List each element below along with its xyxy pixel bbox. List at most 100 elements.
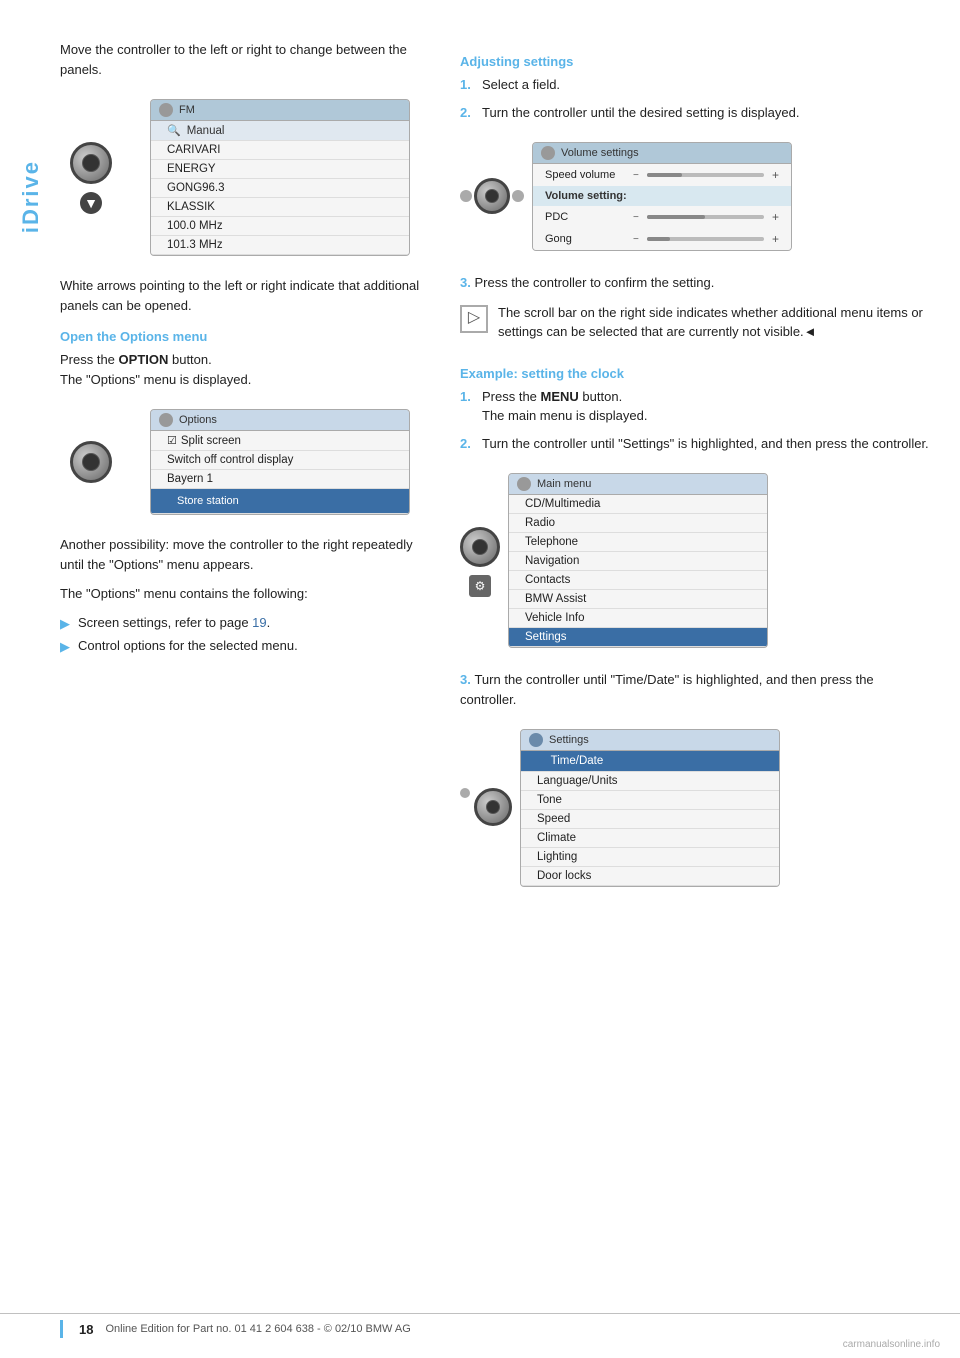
step3-text: 3. Press the controller to confirm the s… — [460, 273, 930, 293]
step1-text: Select a field. — [482, 75, 560, 95]
controller-main-menu: ⚙ — [460, 527, 500, 597]
speed-volume-label: Speed volume — [545, 169, 625, 181]
adjusting-step-1: 1. Select a field. — [460, 75, 930, 95]
fm-item-gong: GONG96.3 — [151, 179, 409, 198]
gong-fill — [647, 237, 670, 241]
settings-door-locks: Door locks — [521, 867, 779, 886]
step3b-num: 3. — [460, 672, 471, 687]
step3b-content: Turn the controller until "Time/Date" is… — [460, 672, 874, 707]
example-step-2: 2. Turn the controller until "Settings" … — [460, 434, 930, 454]
fm-item-101mhz: 101.3 MHz — [151, 236, 409, 255]
menu-contacts: Contacts — [509, 571, 767, 590]
page-footer: 18 Online Edition for Part no. 01 41 2 6… — [0, 1313, 960, 1338]
fm-title: FM — [179, 104, 195, 116]
volume-icon — [541, 146, 555, 160]
controller-knob-2 — [70, 441, 112, 483]
volume-setting-label: Volume setting: — [533, 186, 791, 206]
fm-item-100mhz: 100.0 MHz — [151, 217, 409, 236]
fm-manual-label: Manual — [187, 125, 225, 137]
menu-radio: Radio — [509, 514, 767, 533]
page-number: 18 — [79, 1322, 93, 1337]
menu-vehicle-info: Vehicle Info — [509, 609, 767, 628]
adjusting-settings-heading: Adjusting settings — [460, 54, 930, 69]
step3-content: Press the controller to confirm the sett… — [474, 275, 714, 290]
settings-title-bar: Settings — [521, 730, 779, 751]
main-menu-icon — [517, 477, 531, 491]
watermark: carmanualsonline.info — [843, 1339, 940, 1350]
another-possibility-text: Another possibility: move the controller… — [60, 535, 430, 574]
pdc-row: PDC − + — [533, 206, 791, 228]
fm-screen: FM 🔍 Manual CARIVARI ENERGY GONG96.3 KLA… — [120, 89, 430, 266]
settings-knob — [474, 788, 512, 826]
main-menu-title: Main menu — [537, 478, 591, 490]
settings-left-arrow — [460, 788, 470, 798]
volume-screen: Volume settings Speed volume − + V — [532, 132, 930, 263]
menu-button-label: MENU — [541, 389, 579, 404]
adjusting-step-2: 2. Turn the controller until the desired… — [460, 103, 930, 123]
main-menu-title-bar: Main menu — [509, 474, 767, 495]
menu-bmw-assist: BMW Assist — [509, 590, 767, 609]
example-step1-text: Press the MENU button.The main menu is d… — [482, 387, 647, 426]
split-screen-icon: ☑ — [167, 434, 177, 447]
example-step-1: 1. Press the MENU button.The main menu i… — [460, 387, 930, 426]
pdc-label: PDC — [545, 211, 625, 223]
store-station-button: Store station — [167, 492, 249, 510]
down-arrow-icon: ▼ — [80, 192, 102, 214]
example-step2-num: 2. — [460, 434, 476, 454]
bullet-arrow-2: ▶ — [60, 638, 70, 656]
options-title-bar: Options — [151, 410, 409, 431]
menu-settings: Settings — [509, 628, 767, 647]
controller-volume — [460, 178, 524, 218]
step3-num: 3. — [460, 275, 471, 290]
footer-accent-line — [60, 1320, 63, 1338]
page-link-19[interactable]: 19 — [252, 615, 266, 630]
main-menu-screen: Main menu CD/Multimedia Radio Telephone … — [508, 463, 930, 660]
example-step1-num: 1. — [460, 387, 476, 426]
speed-volume-track — [647, 173, 764, 177]
idrive-sidebar-label: iDrive — [18, 160, 44, 233]
options-icon — [159, 413, 173, 427]
gong-plus: + — [772, 232, 779, 246]
option-press-text: Press the — [60, 352, 119, 367]
options-title: Options — [179, 414, 217, 426]
pdc-fill — [647, 215, 706, 219]
main-menu-knob — [460, 527, 500, 567]
example-step2-text: Turn the controller until "Settings" is … — [482, 434, 929, 454]
controller-knob — [70, 142, 112, 184]
settings-time-date-label: Time/Date — [551, 755, 604, 767]
footer-copyright-text: Online Edition for Part no. 01 41 2 604 … — [105, 1323, 410, 1335]
volume-title: Volume settings — [561, 147, 639, 159]
adjusting-steps-list: 1. Select a field. 2. Turn the controlle… — [460, 75, 930, 122]
checkmark-icon: ✓ — [537, 754, 547, 768]
fm-item-klassik: KLASSIK — [151, 198, 409, 217]
gear-symbol: ⚙ — [475, 579, 486, 593]
scroll-indicator-icon: ▷ — [460, 305, 488, 333]
open-options-heading: Open the Options menu — [60, 329, 430, 344]
bullet-item-screen-settings: ▶ Screen settings, refer to page 19. — [60, 614, 430, 633]
example-heading: Example: setting the clock — [460, 366, 930, 381]
gear-icon: ⚙ — [469, 575, 491, 597]
step3b-text: 3. Turn the controller until "Time/Date"… — [460, 670, 930, 709]
intro-paragraph: Move the controller to the left or right… — [60, 40, 430, 79]
volume-knob — [474, 178, 510, 214]
gong-track — [647, 237, 764, 241]
bullet-arrow-1: ▶ — [60, 615, 70, 633]
settings-title: Settings — [549, 734, 589, 746]
options-screen: Options ☑ Split screen Switch off contro… — [120, 399, 430, 525]
bullet-text-1: Screen settings, refer to page 19. — [78, 614, 270, 632]
options-store-station: Store station — [151, 489, 409, 514]
example-steps-list: 1. Press the MENU button.The main menu i… — [460, 387, 930, 454]
bullet-text-2: Control options for the selected menu. — [78, 637, 298, 655]
split-screen-label: Split screen — [181, 435, 241, 447]
step2-text: Turn the controller until the desired se… — [482, 103, 799, 123]
speed-volume-row: Speed volume − + — [533, 164, 791, 186]
fm-icon — [159, 103, 173, 117]
options-bayern1: Bayern 1 — [151, 470, 409, 489]
pdc-track — [647, 215, 764, 219]
fm-title-bar: FM — [151, 100, 409, 121]
scroll-indicator-box: ▷ The scroll bar on the right side indic… — [460, 303, 930, 352]
controller-left-2 — [70, 441, 112, 483]
left-arrow-btn — [460, 190, 472, 202]
step2-num: 2. — [460, 103, 476, 123]
settings-language-units: Language/Units — [521, 772, 779, 791]
